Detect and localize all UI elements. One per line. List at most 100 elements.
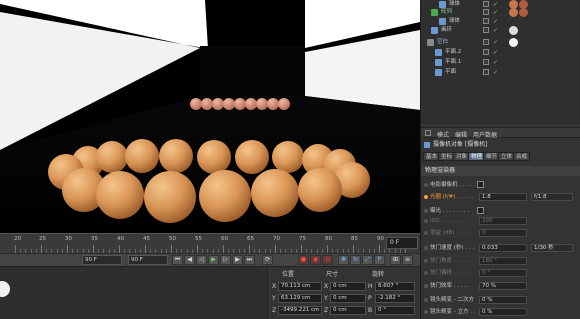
keyframe-dot[interactable] xyxy=(424,310,428,314)
visibility-tag[interactable] xyxy=(483,9,489,15)
object-row[interactable]: 平面 ✓ xyxy=(421,68,580,77)
goto-start-button[interactable]: ⏮ xyxy=(172,255,183,265)
shutter-angle-field[interactable]: 180 ° xyxy=(479,257,527,265)
timeline-ruler[interactable]: 20 25 30 35 40 45 50 55 60 65 70 75 80 8… xyxy=(0,233,420,253)
record-button[interactable]: ● xyxy=(298,255,309,265)
pos-x-field[interactable]: 70.113 cm xyxy=(278,282,322,291)
object-row[interactable]: 画环 ✓ xyxy=(421,26,580,35)
keyframe-selection-button[interactable]: ⊙ xyxy=(322,255,333,265)
prop-shutter-speed[interactable]: 快门速度 (秒) . . . 0.033 1/30 秒 xyxy=(421,243,580,253)
movie-camera-checkbox[interactable] xyxy=(477,181,484,188)
keyframe-dot[interactable] xyxy=(424,284,428,288)
sphere-icon xyxy=(439,1,446,8)
tab-composition[interactable]: 合成 xyxy=(513,152,531,161)
enabled-check-icon[interactable]: ✓ xyxy=(493,48,498,57)
enabled-check-icon[interactable]: ✓ xyxy=(493,38,498,47)
pos-y-field[interactable]: 63.129 cm xyxy=(278,294,322,303)
loop-button[interactable]: ⟳ xyxy=(262,255,273,265)
tick-mark xyxy=(379,245,380,253)
autokey-button[interactable]: ◉ xyxy=(310,255,321,265)
lens-distortion-cubic-field[interactable]: 0 % xyxy=(479,308,527,316)
prop-shutter-efficiency[interactable]: 快门效率 . . . . . 70 % xyxy=(421,281,580,291)
object-row[interactable]: 阵列 ✓ xyxy=(421,8,580,17)
visibility-tag[interactable] xyxy=(483,18,489,24)
prev-key-button[interactable]: ◀ xyxy=(184,255,195,265)
step-forward-button[interactable]: ▷ xyxy=(220,255,231,265)
grid-key-button[interactable]: ⊞ xyxy=(390,255,401,265)
enabled-check-icon[interactable]: ✓ xyxy=(493,17,498,26)
prop-shutter-angle[interactable]: 快门角度 . . . . . 180 ° xyxy=(421,256,580,266)
keyframe-dot[interactable] xyxy=(424,219,428,223)
lens-distortion-quadratic-field[interactable]: 0 % xyxy=(479,296,527,304)
rot-b-field[interactable]: 0 ° xyxy=(375,306,415,315)
object-row[interactable]: 平面.1 ✓ xyxy=(421,58,580,67)
keyframe-dot[interactable] xyxy=(424,231,428,235)
gain-field[interactable]: 0 xyxy=(479,229,527,237)
keyframe-dot[interactable] xyxy=(424,271,428,275)
prop-shutter-offset[interactable]: 快门偏移 . . . . . 0 ° xyxy=(421,268,580,278)
menu-edit[interactable]: 编辑 xyxy=(455,130,467,139)
current-frame-field[interactable]: 0 F xyxy=(386,237,418,249)
material-tag[interactable] xyxy=(509,8,518,17)
visibility-tag[interactable] xyxy=(483,49,489,55)
scale-key-button[interactable]: ⤢ xyxy=(362,255,373,265)
exposure-checkbox[interactable] xyxy=(477,207,484,214)
material-preview[interactable] xyxy=(0,281,10,297)
keyframe-dot[interactable] xyxy=(424,246,428,250)
end-frame-field[interactable]: 90 F xyxy=(128,255,168,265)
rot-h-field[interactable]: 6.607 ° xyxy=(375,282,415,291)
next-key-button[interactable]: ▶ xyxy=(232,255,243,265)
prop-exposure[interactable]: 曝光 . . . . . . . . xyxy=(421,206,580,216)
menu-mode[interactable]: 模式 xyxy=(437,130,449,139)
visibility-tag[interactable] xyxy=(483,27,489,33)
rotate-key-button[interactable]: ↻ xyxy=(350,255,361,265)
prop-lens-distortion-quadratic[interactable]: 镜头畸变 - 二次方 0 % xyxy=(421,295,580,305)
viewport[interactable] xyxy=(0,0,420,233)
menu-user-data[interactable]: 用户数据 xyxy=(473,130,497,139)
play-button[interactable]: ▶ xyxy=(208,255,219,265)
step-back-button[interactable]: ◁ xyxy=(196,255,207,265)
prop-lens-distortion-cubic[interactable]: 镜头畸变 - 立方 . . 0 % xyxy=(421,307,580,317)
start-frame-field[interactable]: 90 F xyxy=(82,255,122,265)
material-tag[interactable] xyxy=(519,8,528,17)
object-row[interactable]: 空白 ✓ xyxy=(421,38,580,47)
iso-field[interactable]: 200 xyxy=(479,217,527,225)
prop-gain[interactable]: 增益 (dB) . . . . . 0 xyxy=(421,228,580,238)
enabled-check-icon[interactable]: ✓ xyxy=(493,26,498,35)
size-x-field[interactable]: 0 cm xyxy=(330,282,366,291)
visibility-tag[interactable] xyxy=(483,59,489,65)
shutter-speed-field[interactable]: 0.033 xyxy=(479,244,527,252)
size-z-field[interactable]: 0 cm xyxy=(330,306,366,315)
keyframe-dot[interactable] xyxy=(424,183,428,187)
aperture-field[interactable]: 1.8 xyxy=(479,193,527,201)
goto-end-button[interactable]: ⏭ xyxy=(244,255,255,265)
object-row[interactable]: 平面.2 ✓ xyxy=(421,48,580,57)
aperture-dropdown[interactable]: f/1.8 xyxy=(531,193,573,201)
material-tag[interactable] xyxy=(509,38,518,47)
keyframe-dot[interactable] xyxy=(424,259,428,263)
shutter-offset-field[interactable]: 0 ° xyxy=(479,269,527,277)
keyframe-dot[interactable] xyxy=(424,298,428,302)
prop-aperture[interactable]: 光圈 (f/#) . . . . . 1.8 f/1.8 xyxy=(421,192,580,202)
prop-iso[interactable]: ISO . . . . . . . . 200 xyxy=(421,216,580,226)
visibility-tag[interactable] xyxy=(483,1,489,7)
visibility-tag[interactable] xyxy=(483,39,489,45)
grid-icon[interactable] xyxy=(425,130,431,136)
pos-z-field[interactable]: -3499.221 cm xyxy=(278,306,322,315)
enabled-check-icon[interactable]: ✓ xyxy=(493,8,498,17)
keyframe-dot[interactable] xyxy=(424,209,428,213)
visibility-tag[interactable] xyxy=(483,69,489,75)
enabled-check-icon[interactable]: ✓ xyxy=(493,68,498,77)
move-key-button[interactable]: ✥ xyxy=(338,255,349,265)
size-y-field[interactable]: 0 cm xyxy=(330,294,366,303)
material-tag[interactable] xyxy=(509,26,518,35)
shutter-efficiency-field[interactable]: 70 % xyxy=(479,282,527,290)
enabled-check-icon[interactable]: ✓ xyxy=(493,58,498,67)
shutter-speed-dropdown[interactable]: 1/30 秒 xyxy=(531,244,573,252)
param-key-button[interactable]: P xyxy=(374,255,385,265)
keyframe-dot[interactable] xyxy=(424,195,428,199)
object-row[interactable]: 球体 ✓ xyxy=(421,17,580,26)
rot-p-field[interactable]: -2.182 ° xyxy=(375,294,415,303)
menu-key-button[interactable]: ≡ xyxy=(402,255,413,265)
prop-movie-camera[interactable]: 电影摄像机 . . . . . xyxy=(421,180,580,190)
